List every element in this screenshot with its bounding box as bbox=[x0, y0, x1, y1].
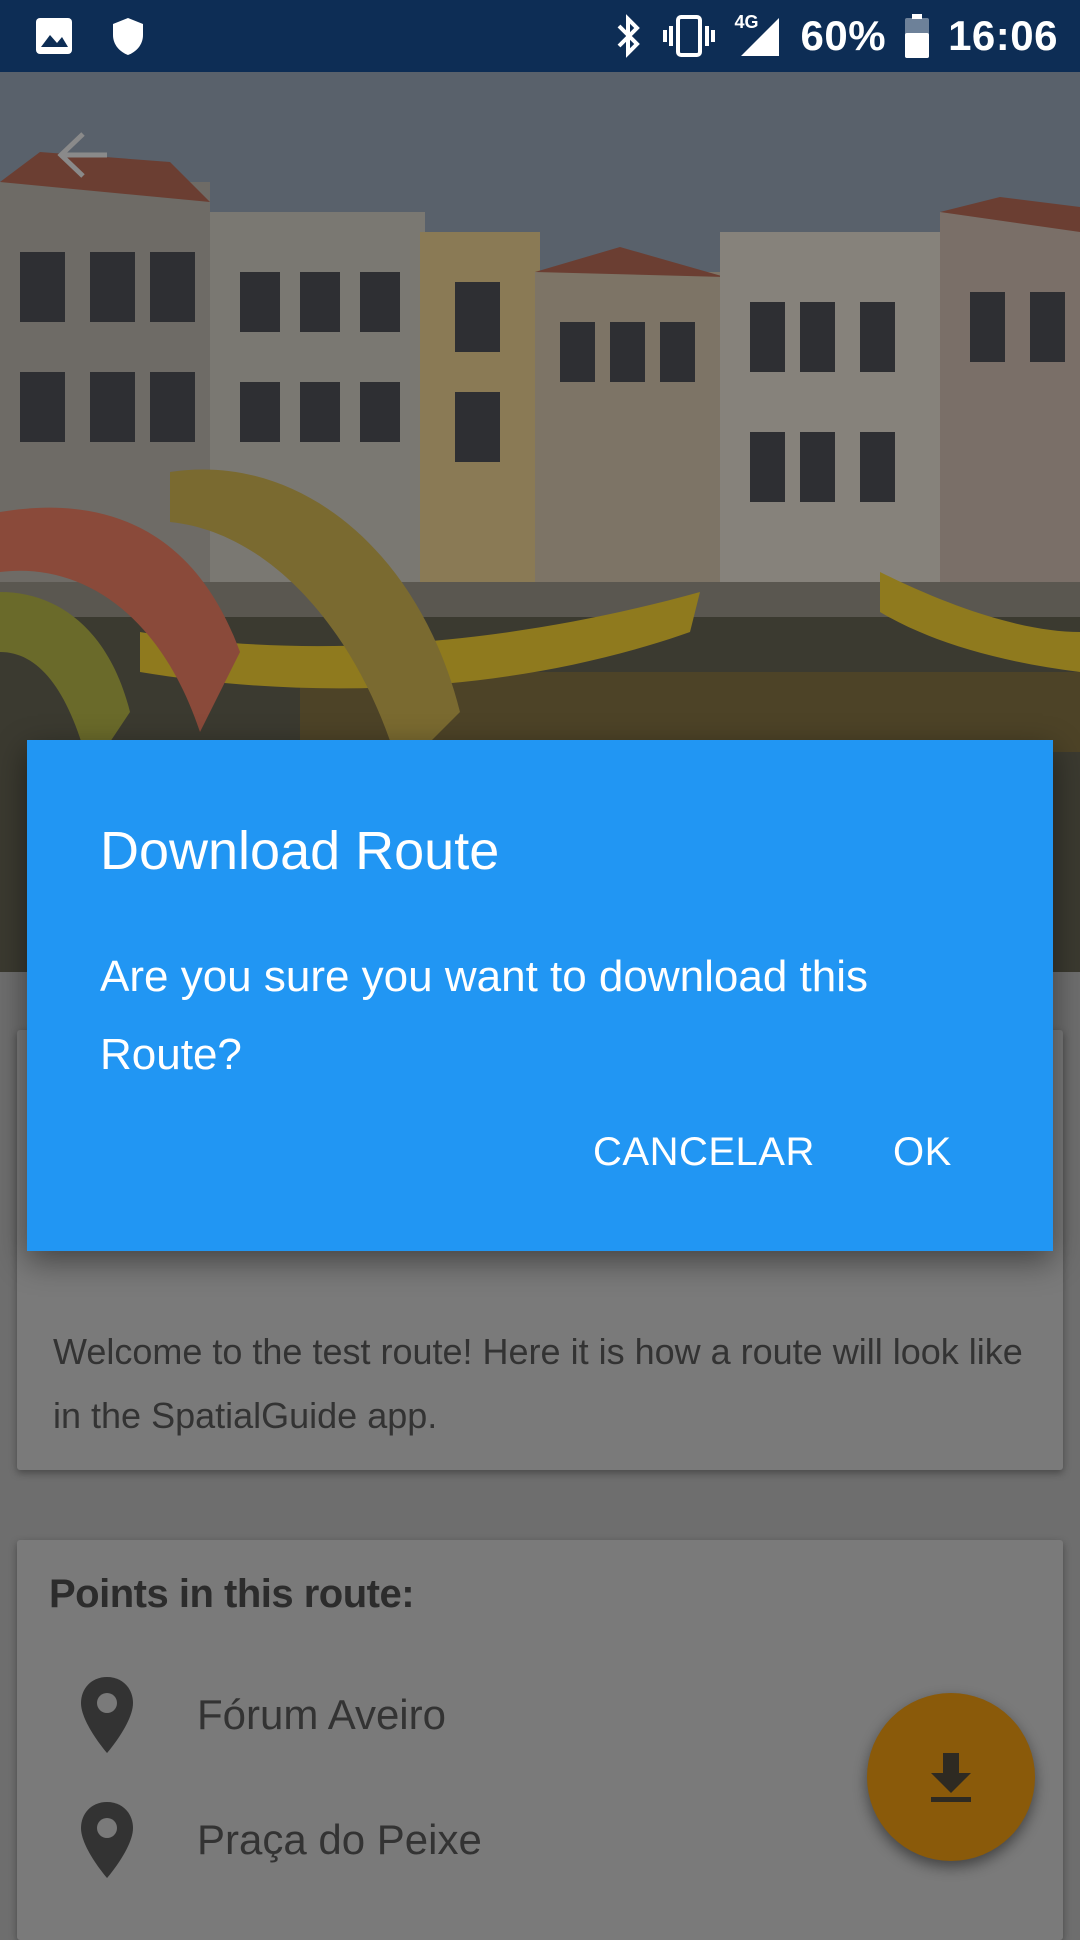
vibrate-icon bbox=[661, 14, 717, 58]
location-pin-icon bbox=[81, 1677, 133, 1753]
clock: 16:06 bbox=[948, 12, 1058, 59]
battery-percent: 60% bbox=[800, 12, 887, 59]
dialog-title: Download Route bbox=[100, 821, 500, 881]
image-icon bbox=[34, 16, 74, 56]
download-icon bbox=[931, 1753, 971, 1802]
battery-icon bbox=[904, 13, 930, 59]
location-pin-icon bbox=[81, 1802, 133, 1878]
point-label: Praça do Peixe bbox=[197, 1816, 482, 1863]
network-type: 4G bbox=[734, 12, 759, 32]
signal-icon: 4G bbox=[734, 12, 783, 58]
ok-button[interactable]: OK bbox=[893, 1130, 952, 1175]
route-description: Welcome to the test route! Here it is ho… bbox=[53, 1331, 1023, 1436]
status-bar: 4G 60% 16:06 bbox=[0, 0, 1080, 72]
point-item[interactable]: Praça do Peixe bbox=[77, 1800, 482, 1880]
bluetooth-icon bbox=[613, 14, 643, 58]
point-item[interactable]: Fórum Aveiro bbox=[77, 1675, 446, 1755]
point-label: Fórum Aveiro bbox=[197, 1691, 446, 1738]
points-title: Points in this route: bbox=[49, 1572, 415, 1616]
download-button[interactable] bbox=[867, 1693, 1035, 1861]
download-route-dialog: Download Route Are you sure you want to … bbox=[27, 740, 1053, 1251]
arrow-back-icon[interactable] bbox=[55, 130, 111, 184]
dialog-message: Are you sure you want to download this R… bbox=[100, 952, 869, 1079]
cancel-button[interactable]: CANCELAR bbox=[593, 1130, 815, 1175]
shield-icon bbox=[110, 16, 146, 56]
